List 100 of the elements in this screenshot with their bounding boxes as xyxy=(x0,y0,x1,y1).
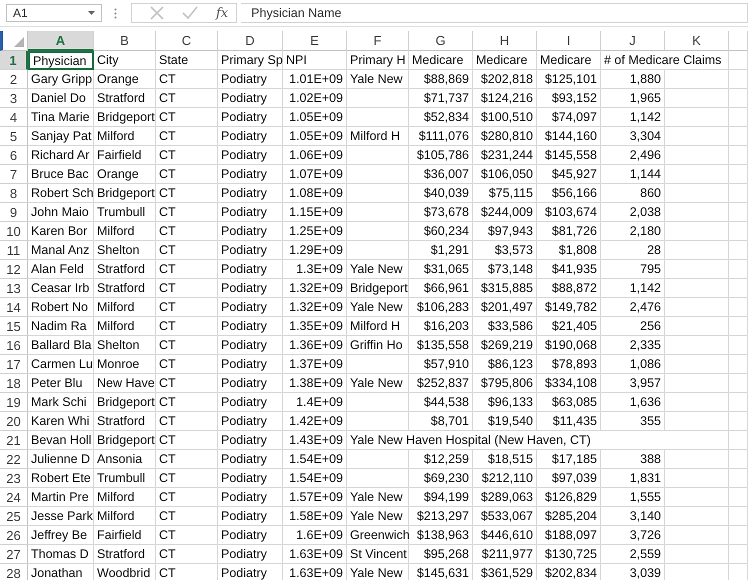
table-cell xyxy=(729,70,748,89)
column-header[interactable]: G xyxy=(409,31,473,51)
table-cell: 3,304 xyxy=(601,127,665,146)
table-cell xyxy=(347,355,409,374)
more-icon[interactable] xyxy=(114,8,117,18)
column-header[interactable]: A xyxy=(28,31,94,51)
table-cell: 1.06E+09 xyxy=(283,146,347,165)
column-header[interactable]: J xyxy=(601,31,665,51)
row-header[interactable]: 16 xyxy=(0,336,28,355)
row-header[interactable]: 10 xyxy=(0,222,28,241)
table-cell: CT xyxy=(156,431,218,450)
column-header[interactable]: F xyxy=(347,31,409,51)
table-cell xyxy=(665,146,729,165)
table-cell xyxy=(665,203,729,222)
table-cell: Podiatry xyxy=(218,260,283,279)
table-cell: Monroe xyxy=(94,355,156,374)
column-header[interactable] xyxy=(729,31,748,51)
row-header[interactable]: 12 xyxy=(0,260,28,279)
row-header[interactable]: 24 xyxy=(0,488,28,507)
row-header[interactable]: 23 xyxy=(0,469,28,488)
row-header[interactable]: 21 xyxy=(0,431,28,450)
row-header[interactable]: 9 xyxy=(0,203,28,222)
column-header[interactable]: E xyxy=(283,31,347,51)
table-cell: $94,199 xyxy=(409,488,473,507)
table-cell xyxy=(729,526,748,545)
table-cell xyxy=(729,260,748,279)
row-header[interactable]: 4 xyxy=(0,108,28,127)
table-cell: CT xyxy=(156,108,218,127)
row-header[interactable]: 14 xyxy=(0,298,28,317)
row-header[interactable]: 17 xyxy=(0,355,28,374)
column-header[interactable]: K xyxy=(665,31,729,51)
table-cell: Martin Pre xyxy=(28,488,94,507)
column-header[interactable]: B xyxy=(94,31,156,51)
table-cell: $202,818 xyxy=(473,70,537,89)
row-header[interactable]: 20 xyxy=(0,412,28,431)
row-header[interactable]: 25 xyxy=(0,507,28,526)
row-header[interactable]: 13 xyxy=(0,279,28,298)
row-header[interactable]: 5 xyxy=(0,127,28,146)
table-cell: Podiatry xyxy=(218,336,283,355)
table-cell: $63,085 xyxy=(537,393,601,412)
row-header[interactable]: 18 xyxy=(0,374,28,393)
table-cell: $69,230 xyxy=(409,469,473,488)
table-cell: $105,786 xyxy=(409,146,473,165)
table-cell: 355 xyxy=(601,412,665,431)
table-cell xyxy=(665,526,729,545)
table-cell: $12,259 xyxy=(409,450,473,469)
table-cell: $106,283 xyxy=(409,298,473,317)
table-cell xyxy=(729,298,748,317)
table-cell: $52,834 xyxy=(409,108,473,127)
table-cell: Sanjay Pat xyxy=(28,127,94,146)
select-all-corner[interactable] xyxy=(0,31,28,51)
table-cell: $100,510 xyxy=(473,108,537,127)
table-cell: $75,115 xyxy=(473,184,537,203)
column-header[interactable]: H xyxy=(473,31,537,51)
name-box[interactable]: A1 xyxy=(6,4,102,22)
table-cell: 1.38E+09 xyxy=(283,374,347,393)
table-cell: $144,160 xyxy=(537,127,601,146)
table-cell: $93,152 xyxy=(537,89,601,108)
column-header[interactable]: D xyxy=(218,31,283,51)
table-cell: $36,007 xyxy=(409,165,473,184)
table-cell xyxy=(729,545,748,564)
row-header[interactable]: 2 xyxy=(0,70,28,89)
table-cell: $88,872 xyxy=(537,279,601,298)
row-header[interactable]: 7 xyxy=(0,165,28,184)
row-header[interactable]: 19 xyxy=(0,393,28,412)
table-cell: CT xyxy=(156,355,218,374)
table-cell: CT xyxy=(156,488,218,507)
table-cell: Stratford xyxy=(94,279,156,298)
row-header[interactable]: 15 xyxy=(0,317,28,336)
table-cell: $111,076 xyxy=(409,127,473,146)
table-cell: 1.07E+09 xyxy=(283,165,347,184)
table-cell: Podiatry xyxy=(218,564,283,580)
row-header[interactable]: 28 xyxy=(0,564,28,580)
row-header[interactable]: 3 xyxy=(0,89,28,108)
table-cell xyxy=(729,317,748,336)
insert-function-button[interactable]: fx xyxy=(216,6,228,20)
column-header[interactable]: I xyxy=(537,31,601,51)
table-cell: 3,039 xyxy=(601,564,665,580)
table-cell: $57,910 xyxy=(409,355,473,374)
formula-field[interactable]: Physician Name xyxy=(241,3,748,23)
row-header[interactable]: 11 xyxy=(0,241,28,260)
table-cell: Primary H xyxy=(347,51,409,70)
table-cell: St Vincent xyxy=(347,545,409,564)
table-cell xyxy=(665,260,729,279)
table-cell: $446,610 xyxy=(473,526,537,545)
table-cell: $3,573 xyxy=(473,241,537,260)
table-cell xyxy=(729,336,748,355)
column-header[interactable]: C xyxy=(156,31,218,51)
row-header[interactable]: 26 xyxy=(0,526,28,545)
table-cell xyxy=(665,184,729,203)
table-cell: Jeffrey Be xyxy=(28,526,94,545)
table-cell: $73,148 xyxy=(473,260,537,279)
row-header[interactable]: 6 xyxy=(0,146,28,165)
table-cell: Greenwich xyxy=(347,526,409,545)
row-header[interactable]: 8 xyxy=(0,184,28,203)
row-header[interactable]: 22 xyxy=(0,450,28,469)
row-header[interactable]: 27 xyxy=(0,545,28,564)
table-cell: Woodbrid xyxy=(94,564,156,580)
table-cell: Jesse Park xyxy=(28,507,94,526)
row-header[interactable]: 1 xyxy=(0,51,28,70)
